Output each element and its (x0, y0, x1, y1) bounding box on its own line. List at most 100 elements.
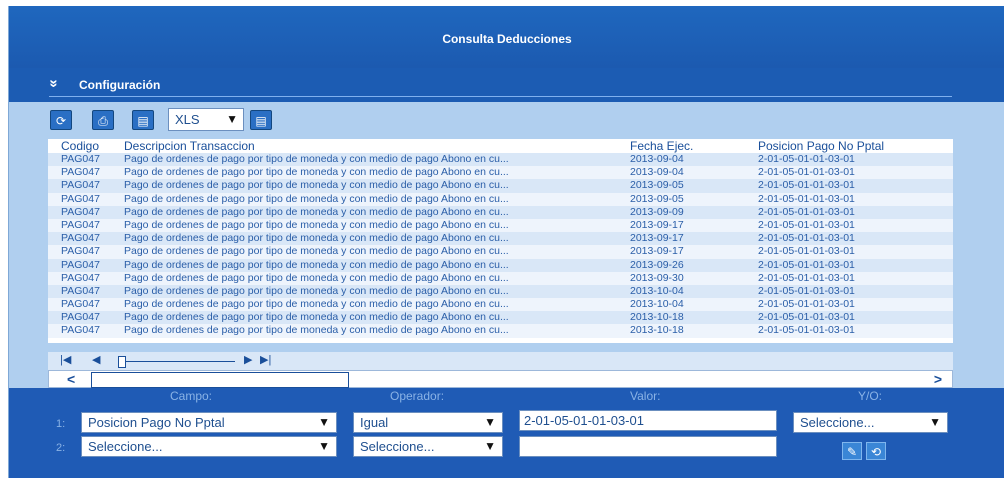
table-row[interactable]: PAG047 Pago de ordenes de pago por tipo d… (48, 245, 953, 259)
pager: |◀ ◀ ▶ ▶| (48, 352, 953, 370)
table-row[interactable]: PAG047 Pago de ordenes de pago por tipo d… (48, 153, 953, 167)
filter-row-1-yo-value: Seleccione... (800, 415, 875, 430)
filter-header-campo: Campo: (170, 389, 213, 403)
table-row[interactable]: PAG047 Pago de ordenes de pago por tipo d… (48, 205, 953, 219)
chevron-down-icon: ▼ (226, 112, 238, 126)
cell-posicion: 2-01-05-01-01-03-01 (758, 324, 855, 337)
pager-thumb[interactable] (118, 356, 126, 368)
table-row[interactable]: PAG047 Pago de ordenes de pago por tipo d… (48, 311, 953, 325)
col-fecha[interactable]: Fecha Ejec. (630, 139, 693, 153)
filter-row-1-campo-value: Posicion Pago No Pptal (88, 415, 225, 430)
table-row[interactable]: PAG047 Pago de ordenes de pago por tipo d… (48, 192, 953, 206)
chevron-down-icon: ▼ (484, 439, 496, 453)
cell-posicion: 2-01-05-01-01-03-01 (758, 245, 855, 258)
filter-row-1-yo[interactable]: Seleccione... ▼ (793, 412, 948, 433)
cell-descripcion: Pago de ordenes de pago por tipo de mone… (124, 298, 509, 311)
table-row[interactable]: PAG047 Pago de ordenes de pago por tipo d… (48, 166, 953, 180)
cell-codigo: PAG047 (61, 153, 100, 165)
cell-fecha: 2013-10-18 (630, 324, 684, 337)
filter-row-2-campo[interactable]: Seleccione... ▼ (81, 436, 337, 457)
table-row[interactable]: PAG047 Pago de ordenes de pago por tipo d… (48, 232, 953, 246)
cell-fecha: 2013-09-17 (630, 232, 684, 245)
filter-row-2-operador[interactable]: Seleccione... ▼ (353, 436, 503, 457)
cell-descripcion: Pago de ordenes de pago por tipo de mone… (124, 324, 509, 337)
cell-codigo: PAG047 (61, 284, 100, 297)
table-row[interactable]: PAG047 Pago de ordenes de pago por tipo d… (48, 298, 953, 312)
filter-header-valor: Valor: (630, 389, 661, 403)
filter-row-2-valor[interactable] (519, 436, 777, 457)
cell-descripcion: Pago de ordenes de pago por tipo de mone… (124, 271, 509, 284)
cell-descripcion: Pago de ordenes de pago por tipo de mone… (124, 166, 509, 179)
save-icon[interactable]: ▤ (132, 110, 154, 130)
config-section[interactable]: » Configuración (9, 68, 1004, 102)
cell-posicion: 2-01-05-01-01-03-01 (758, 232, 855, 245)
cell-descripcion: Pago de ordenes de pago por tipo de mone… (124, 205, 509, 218)
table-row[interactable]: PAG047 Pago de ordenes de pago por tipo d… (48, 324, 953, 338)
cell-posicion: 2-01-05-01-01-03-01 (758, 192, 855, 205)
cell-fecha: 2013-09-17 (630, 218, 684, 231)
table-row[interactable]: PAG047 Pago de ordenes de pago por tipo d… (48, 179, 953, 193)
filter-header-yo: Y/O: (858, 389, 883, 403)
cell-descripcion: Pago de ordenes de pago por tipo de mone… (124, 218, 509, 231)
chevron-down-icon: ▼ (484, 415, 496, 429)
filter-row-2-number: 2: (56, 442, 66, 454)
scroll-right-icon[interactable]: > (934, 371, 942, 387)
scroll-thumb[interactable] (91, 372, 349, 388)
scroll-left-icon[interactable]: < (67, 371, 75, 387)
horizontal-scrollbar[interactable]: < > (48, 370, 953, 388)
config-label[interactable]: Configuración (79, 78, 160, 92)
cell-fecha: 2013-09-05 (630, 179, 684, 192)
filter-panel (9, 388, 1004, 478)
cell-codigo: PAG047 (61, 232, 100, 245)
cell-fecha: 2013-09-05 (630, 192, 684, 205)
grid-body: PAG047 Pago de ordenes de pago por tipo d… (48, 153, 953, 343)
filter-row-1-operador-value: Igual (360, 415, 389, 430)
col-descripcion[interactable]: Descripcion Transaccion (124, 139, 255, 153)
cell-descripcion: Pago de ordenes de pago por tipo de mone… (124, 192, 509, 205)
pager-track[interactable] (120, 361, 235, 362)
cell-posicion: 2-01-05-01-01-03-01 (758, 179, 855, 192)
cell-fecha: 2013-09-30 (630, 271, 684, 284)
chevron-down-icon: ▼ (929, 415, 941, 429)
cell-descripcion: Pago de ordenes de pago por tipo de mone… (124, 245, 509, 258)
print-icon[interactable]: ⎙ (92, 110, 114, 130)
refresh-icon[interactable]: ⟳ (50, 110, 72, 130)
export-icon[interactable]: ▤ (250, 110, 272, 130)
export-format-value: XLS (175, 112, 200, 127)
col-codigo[interactable]: Codigo (61, 139, 99, 153)
chevron-double-icon[interactable]: » (46, 79, 63, 85)
prev-page-icon[interactable]: ◀ (92, 353, 100, 366)
window-title: Consulta Deducciones (442, 32, 572, 46)
table-row[interactable]: PAG047 Pago de ordenes de pago por tipo d… (48, 284, 953, 299)
window-header: Consulta Deducciones (9, 6, 1004, 68)
next-page-icon[interactable]: ▶ (244, 353, 252, 366)
filter-row-1-campo[interactable]: Posicion Pago No Pptal ▼ (81, 412, 337, 433)
table-row[interactable]: PAG047 Pago de ordenes de pago por tipo d… (48, 218, 953, 233)
filter-row-2-campo-value: Seleccione... (88, 439, 163, 454)
toolbar (9, 102, 1004, 140)
last-page-icon[interactable]: ▶| (260, 353, 271, 366)
cell-posicion: 2-01-05-01-01-03-01 (758, 284, 855, 297)
cell-codigo: PAG047 (61, 324, 100, 337)
cell-posicion: 2-01-05-01-01-03-01 (758, 218, 855, 231)
filter-header-operador: Operador: (390, 389, 445, 403)
cell-codigo: PAG047 (61, 192, 100, 205)
first-page-icon[interactable]: |◀ (60, 353, 71, 366)
cell-fecha: 2013-10-18 (630, 311, 684, 324)
cell-fecha: 2013-10-04 (630, 298, 684, 311)
filter-row-1-valor[interactable]: 2-01-05-01-01-03-01 (519, 410, 777, 431)
apply-filter-icon[interactable]: ✎ (842, 442, 862, 460)
export-format-select[interactable]: XLS ▼ (168, 108, 244, 131)
cell-codigo: PAG047 (61, 311, 100, 324)
cell-posicion: 2-01-05-01-01-03-01 (758, 166, 855, 179)
cell-fecha: 2013-09-17 (630, 245, 684, 258)
table-row[interactable]: PAG047 Pago de ordenes de pago por tipo d… (48, 271, 953, 285)
filter-row-1-operador[interactable]: Igual ▼ (353, 412, 503, 433)
cell-codigo: PAG047 (61, 218, 100, 231)
clear-filter-icon[interactable]: ⟲ (866, 442, 886, 460)
cell-fecha: 2013-09-04 (630, 153, 684, 165)
cell-codigo: PAG047 (61, 205, 100, 218)
cell-descripcion: Pago de ordenes de pago por tipo de mone… (124, 232, 509, 245)
table-row[interactable]: PAG047 Pago de ordenes de pago por tipo d… (48, 258, 953, 272)
col-posicion[interactable]: Posicion Pago No Pptal (758, 139, 884, 153)
